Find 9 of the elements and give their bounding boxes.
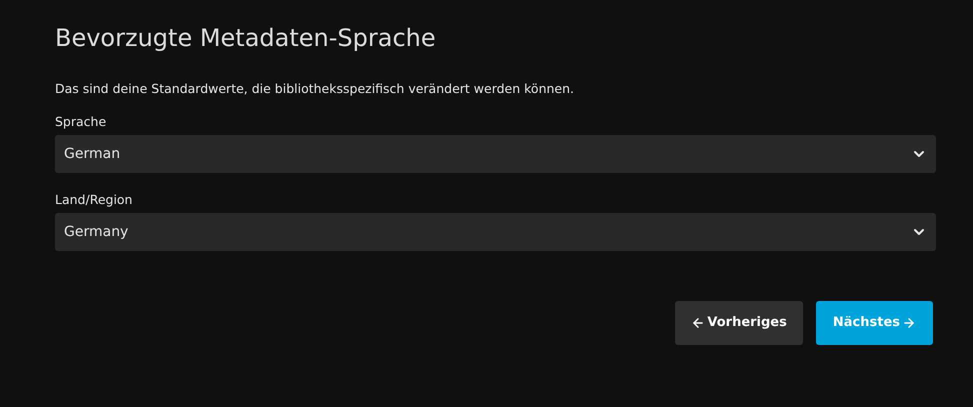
select-field[interactable]: Germany bbox=[55, 213, 936, 251]
select-field[interactable]: German bbox=[55, 135, 936, 173]
arrow-right-icon bbox=[902, 316, 916, 330]
previous-button[interactable]: Vorheriges bbox=[675, 301, 803, 345]
field-label: Sprache bbox=[55, 113, 106, 131]
description-text: Das sind deine Standardwerte, die bibliotheksspezifisch verändert werden können. bbox=[55, 80, 574, 98]
arrow-left-icon bbox=[691, 316, 706, 330]
field-label: Land/Region bbox=[55, 191, 132, 209]
page-title: Bevorzugte Metadaten-Sprache bbox=[55, 23, 436, 54]
